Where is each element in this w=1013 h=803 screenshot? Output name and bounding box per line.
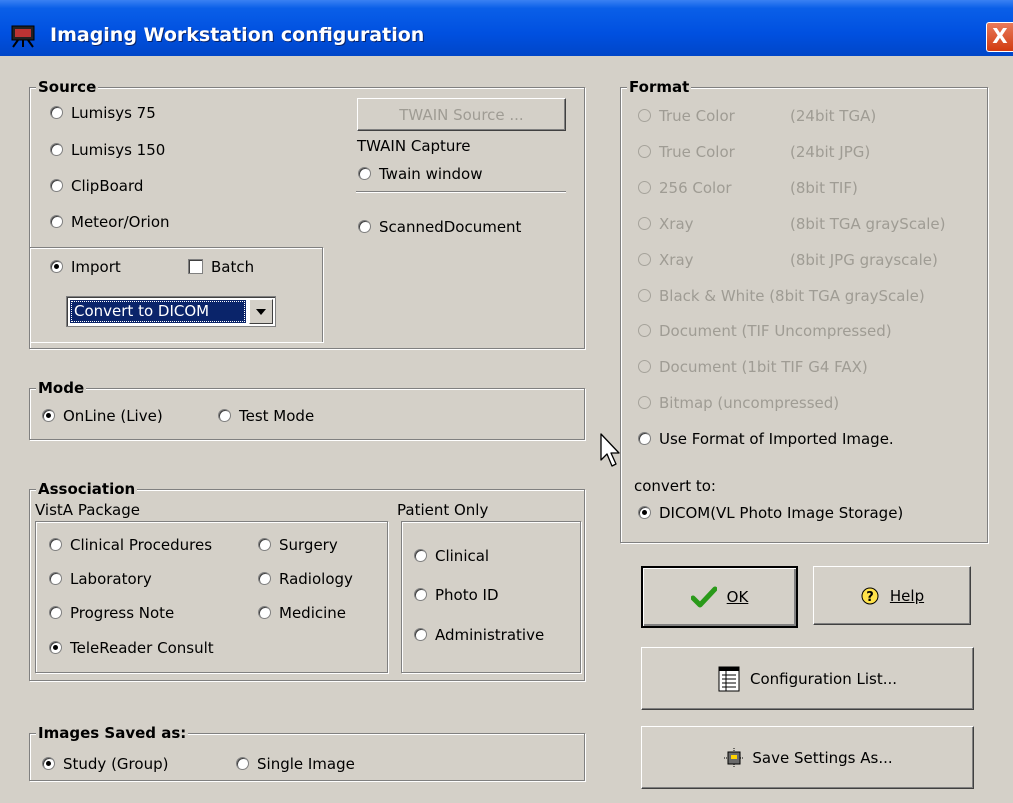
radio-indicator: [258, 572, 271, 585]
radio-laboratory[interactable]: Laboratory: [49, 569, 152, 589]
import-action-select[interactable]: Convert to DICOM: [66, 296, 276, 327]
vista-package-label: VistA Package: [35, 501, 140, 519]
radio-dicom-vl-photo[interactable]: DICOM(VL Photo Image Storage): [638, 503, 903, 523]
radio-indicator: [50, 179, 63, 192]
radio-indicator: [638, 396, 651, 409]
radio-clinical[interactable]: Clinical: [414, 546, 489, 566]
radio-radiology[interactable]: Radiology: [258, 569, 353, 589]
radio-indicator: [42, 409, 55, 422]
radio-lumisys-75[interactable]: Lumisys 75: [50, 103, 156, 123]
radio-clinical-procedures[interactable]: Clinical Procedures: [49, 535, 212, 555]
radio-xray-tga[interactable]: Xray (8bit TGA grayScale): [638, 214, 946, 234]
title-bar: Imaging Workstation configuration X: [0, 0, 1013, 56]
twain-separator: [356, 191, 566, 193]
twain-source-button[interactable]: TWAIN Source ...: [357, 98, 566, 131]
radio-indicator: [49, 641, 62, 654]
radio-256-color[interactable]: 256 Color (8bit TIF): [638, 178, 858, 198]
help-button[interactable]: ? Help: [813, 566, 971, 625]
radio-meteor-orion[interactable]: Meteor/Orion: [50, 212, 170, 232]
radio-indicator: [218, 409, 231, 422]
radio-indicator: [638, 181, 651, 194]
radio-true-color-tga[interactable]: True Color (24bit TGA): [638, 106, 876, 126]
radio-indicator: [49, 538, 62, 551]
radio-online[interactable]: OnLine (Live): [42, 406, 163, 426]
checkbox-box: [188, 259, 203, 274]
mouse-pointer-icon: [600, 433, 620, 467]
radio-indicator: [358, 220, 371, 233]
radio-lumisys-150[interactable]: Lumisys 150: [50, 140, 165, 160]
configuration-list-button[interactable]: Configuration List...: [641, 647, 974, 710]
images-saved-legend: Images Saved as:: [36, 723, 189, 743]
batch-checkbox[interactable]: Batch: [188, 257, 254, 277]
radio-progress-note[interactable]: Progress Note: [49, 603, 174, 623]
radio-indicator: [638, 324, 651, 337]
radio-indicator: [414, 628, 427, 641]
window-title: Imaging Workstation configuration: [50, 24, 425, 46]
radio-study-group[interactable]: Study (Group): [42, 754, 168, 774]
radio-true-color-jpg[interactable]: True Color (24bit JPG): [638, 142, 870, 162]
radio-photo-id[interactable]: Photo ID: [414, 585, 499, 605]
radio-indicator: [50, 260, 63, 273]
radio-indicator: [358, 167, 371, 180]
save-settings-label: Save Settings As...: [752, 748, 893, 767]
radio-administrative[interactable]: Administrative: [414, 625, 544, 645]
radio-indicator: [638, 506, 651, 519]
radio-indicator: [50, 143, 63, 156]
chevron-down-icon: [256, 308, 266, 315]
radio-import[interactable]: Import: [50, 257, 121, 277]
radio-indicator: [258, 606, 271, 619]
radio-xray-jpg[interactable]: Xray (8bit JPG grayscale): [638, 250, 938, 270]
radio-indicator: [236, 757, 249, 770]
radio-scanned-document[interactable]: ScannedDocument: [358, 217, 521, 237]
radio-indicator: [638, 109, 651, 122]
radio-indicator: [638, 145, 651, 158]
radio-twain-window[interactable]: Twain window: [358, 164, 483, 184]
radio-document-tif[interactable]: Document (TIF Uncompressed): [638, 321, 892, 341]
configuration-list-label: Configuration List...: [749, 669, 898, 688]
radio-test-mode[interactable]: Test Mode: [218, 406, 314, 426]
ok-label: OK: [726, 588, 749, 606]
radio-use-imported-format[interactable]: Use Format of Imported Image.: [638, 429, 894, 449]
radio-single-image[interactable]: Single Image: [236, 754, 355, 774]
import-action-value: Convert to DICOM: [70, 300, 246, 323]
radio-bitmap[interactable]: Bitmap (uncompressed): [638, 393, 839, 413]
patient-only-label: Patient Only: [397, 501, 489, 519]
close-button[interactable]: X: [986, 22, 1013, 52]
svg-text:?: ?: [866, 590, 874, 605]
twain-capture-label: TWAIN Capture: [357, 137, 471, 155]
radio-indicator: [638, 289, 651, 302]
help-label: Help: [889, 586, 925, 605]
radio-indicator: [638, 360, 651, 373]
help-icon: ?: [861, 587, 879, 605]
radio-indicator: [638, 432, 651, 445]
radio-indicator: [50, 106, 63, 119]
radio-indicator: [50, 215, 63, 228]
save-settings-button[interactable]: Save Settings As...: [641, 726, 974, 789]
camera-icon: [11, 25, 35, 48]
radio-indicator: [414, 549, 427, 562]
ok-button[interactable]: OK: [641, 566, 798, 628]
radio-indicator: [42, 757, 55, 770]
radio-indicator: [638, 217, 651, 230]
radio-document-g4[interactable]: Document (1bit TIF G4 FAX): [638, 357, 868, 377]
radio-indicator: [638, 253, 651, 266]
checkmark-icon: [690, 586, 717, 608]
radio-indicator: [49, 572, 62, 585]
radio-indicator: [258, 538, 271, 551]
association-legend: Association: [36, 479, 138, 499]
radio-indicator: [414, 588, 427, 601]
convert-to-label: convert to:: [634, 477, 716, 495]
radio-telereader-consult[interactable]: TeleReader Consult: [49, 638, 214, 658]
save-settings-icon: [724, 747, 745, 768]
source-legend: Source: [36, 77, 99, 97]
radio-indicator: [49, 606, 62, 619]
radio-black-white[interactable]: Black & White (8bit TGA grayScale): [638, 286, 925, 306]
radio-medicine[interactable]: Medicine: [258, 603, 346, 623]
dropdown-button[interactable]: [249, 299, 273, 324]
mode-legend: Mode: [36, 378, 87, 398]
radio-surgery[interactable]: Surgery: [258, 535, 338, 555]
radio-clipboard[interactable]: ClipBoard: [50, 176, 143, 196]
list-icon: [718, 666, 740, 691]
format-legend: Format: [627, 77, 692, 97]
